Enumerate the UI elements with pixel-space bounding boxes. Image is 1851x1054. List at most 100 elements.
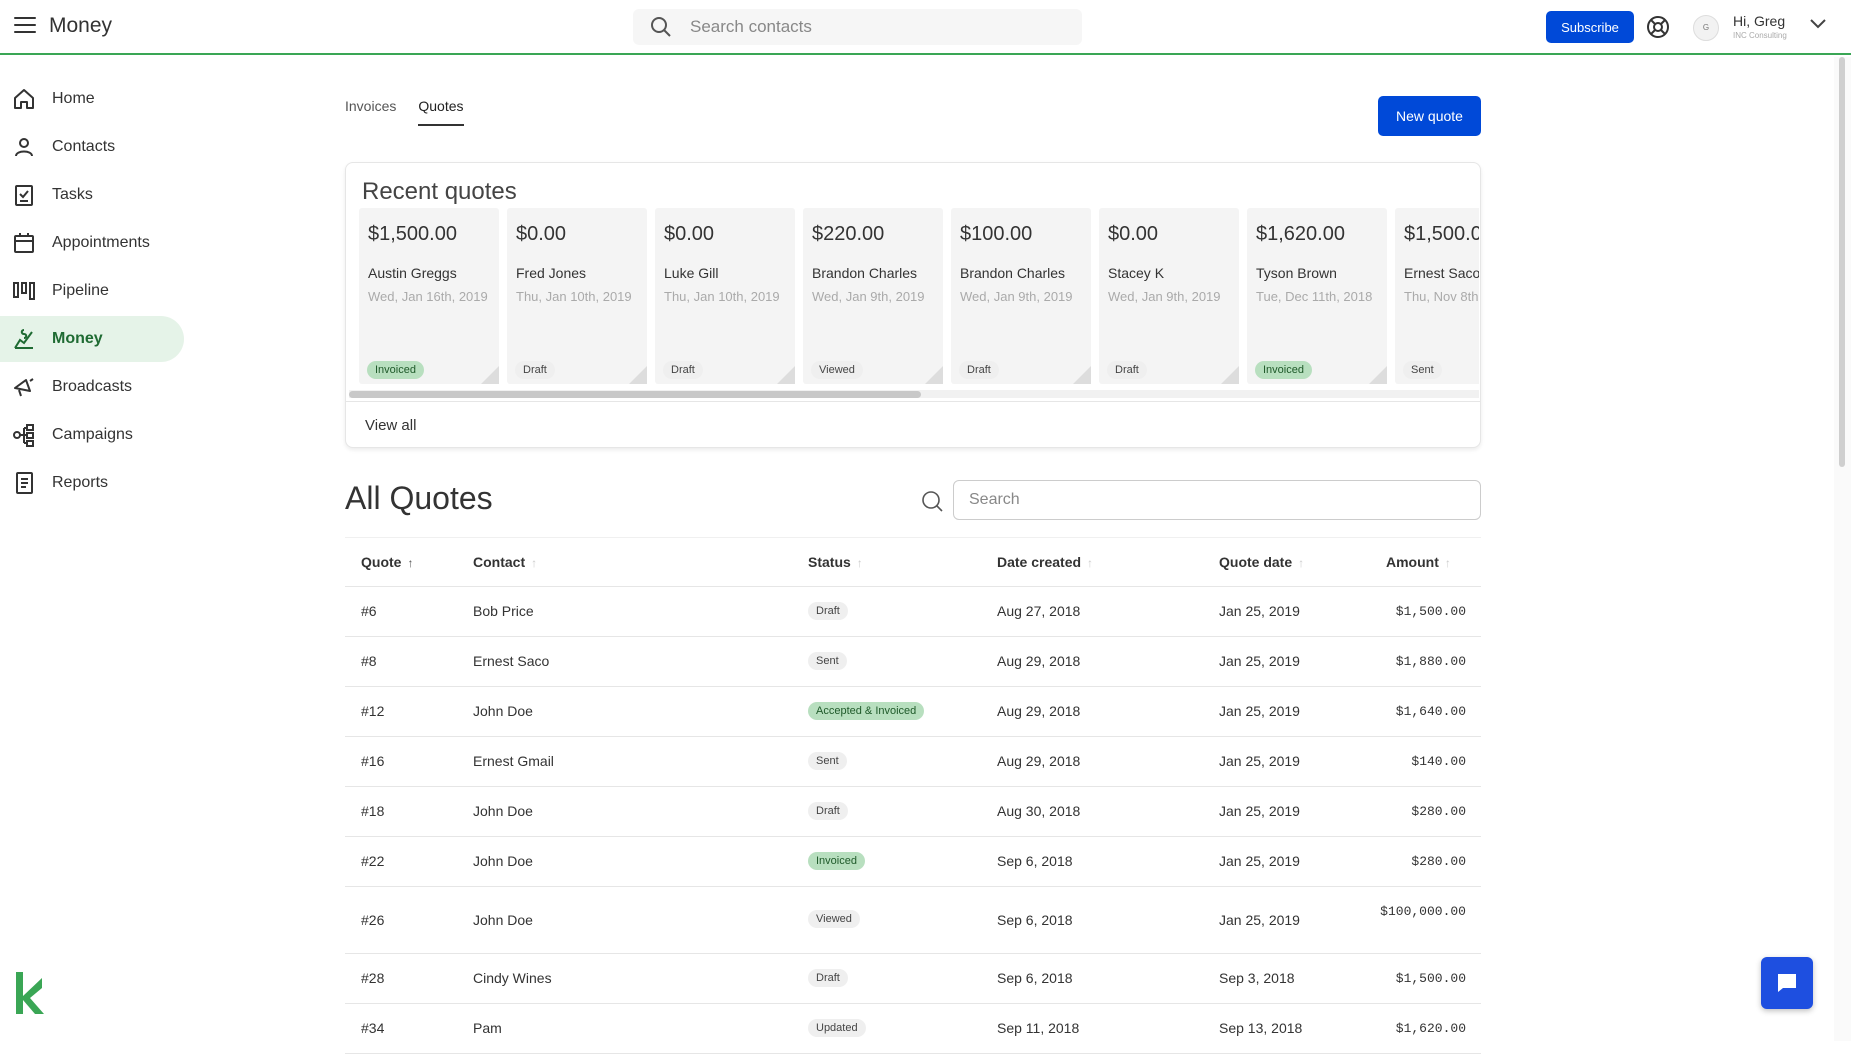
table-row[interactable]: #34 Pam Updated Sep 11, 2018 Sep 13, 201… [345,1004,1481,1054]
status-cell: Invoiced [808,851,865,870]
recent-quote-card[interactable]: $1,500.00 Austin Greggs Wed, Jan 16th, 2… [359,208,499,384]
recent-quotes-carousel[interactable]: $1,500.00 Austin Greggs Wed, Jan 16th, 2… [359,208,1479,388]
quote-contact: Tyson Brown [1256,265,1337,281]
quote-amount: $280.00 [1411,804,1466,819]
table-header: Quote ↑ Contact ↑ Status ↑ Date created ↑ Qu… [345,537,1481,587]
status-badge: Accepted & Invoiced [808,702,925,720]
table-row[interactable]: #6 Bob Price Draft Aug 27, 2018 Jan 25, … [345,587,1481,637]
sidebar-item-reports[interactable]: Reports [0,460,190,506]
status-badge: Invoiced [808,852,865,870]
page-fold [481,366,499,384]
avatar[interactable]: G [1693,15,1719,41]
recent-quote-card[interactable]: $0.00 Fred Jones Thu, Jan 10th, 2019 Dra… [507,208,647,384]
column-header-status[interactable]: Status ↑ [808,554,863,570]
chevron-down-icon[interactable] [1809,18,1827,30]
sidebar-item-home[interactable]: Home [0,76,190,122]
table-row[interactable]: #16 Ernest Gmail Sent Aug 29, 2018 Jan 2… [345,737,1481,787]
column-header-quote[interactable]: Quote ↑ [361,554,413,570]
quote-amount: $220.00 [812,223,885,245]
quotes-search-input[interactable] [953,480,1481,520]
megaphone-icon [14,378,34,397]
table-row[interactable]: #22 John Doe Invoiced Sep 6, 2018 Jan 25… [345,837,1481,887]
contact-search[interactable] [633,9,1082,45]
contact-search-input[interactable] [690,13,1070,41]
status-badge: Draft [663,361,703,379]
quote-amount: $100.00 [960,223,1033,245]
sidebar-item-contacts[interactable]: Contacts [0,124,190,170]
table-row[interactable]: #28 Cindy Wines Draft Sep 6, 2018 Sep 3,… [345,954,1481,1004]
quote-contact: John Doe [473,912,533,928]
help-lifebuoy-icon[interactable] [1646,15,1670,39]
recent-quote-card[interactable]: $0.00 Luke Gill Thu, Jan 10th, 2019 Draf… [655,208,795,384]
quote-date: Jan 25, 2019 [1219,703,1300,719]
sidebar-item-appointments[interactable]: Appointments [0,220,190,266]
view-all-link[interactable]: View all [365,417,416,434]
quote-date: Thu, Jan 10th, 2019 [516,289,632,304]
quote-date: Jan 25, 2019 [1219,912,1300,928]
quote-amount: $1,880.00 [1395,654,1466,669]
page-fold [1073,366,1091,384]
table-row[interactable]: #18 John Doe Draft Aug 30, 2018 Jan 25, … [345,787,1481,837]
column-header-date-created[interactable]: Date created ↑ [997,554,1093,570]
tab-quotes[interactable]: Quotes [418,98,464,126]
quote-date: Wed, Jan 9th, 2019 [1108,289,1221,304]
top-bar: Money Subscribe G Hi, Greg INC Consultin… [0,0,1851,55]
quote-date: Tue, Dec 11th, 2018 [1256,289,1373,304]
sidebar-item-money[interactable]: Money [0,316,184,362]
quote-number: #22 [361,853,385,869]
sort-arrow-icon: ↑ [1444,556,1451,570]
table-row[interactable]: #8 Ernest Saco Sent Aug 29, 2018 Jan 25,… [345,637,1481,687]
quote-amount: $100,000.00 [1380,904,1466,919]
column-label: Quote [361,554,402,570]
recent-quote-card[interactable]: $1,620.00 Tyson Brown Tue, Dec 11th, 201… [1247,208,1387,384]
status-cell: Sent [808,751,847,770]
quote-contact: John Doe [473,803,533,819]
campaign-flow-icon [13,424,34,447]
new-quote-button[interactable]: New quote [1378,96,1481,136]
status-cell: Draft [808,801,848,820]
chat-button[interactable] [1761,957,1813,1009]
calendar-icon [14,233,34,253]
table-row[interactable]: #12 John Doe Accepted & Invoiced Aug 29,… [345,687,1481,737]
recent-quote-card[interactable]: $0.00 Stacey K Wed, Jan 9th, 2019 Draft [1099,208,1239,384]
page-scrollbar[interactable] [1834,57,1851,1041]
status-cell: Viewed [808,909,860,928]
sidebar-item-tasks[interactable]: Tasks [0,172,190,218]
carousel-scrollbar-thumb[interactable] [349,391,921,398]
quote-amount: $1,500.00 [368,223,457,245]
status-cell: Sent [808,651,847,670]
subscribe-button[interactable]: Subscribe [1546,11,1634,43]
column-header-contact[interactable]: Contact ↑ [473,554,537,570]
recent-quote-card[interactable]: $220.00 Brandon Charles Wed, Jan 9th, 20… [803,208,943,384]
sort-arrow-icon: ↑ [856,556,863,570]
page-scrollbar-thumb[interactable] [1839,57,1845,467]
status-cell: Draft [808,601,848,620]
sidebar-item-pipeline[interactable]: Pipeline [0,268,190,314]
status-badge: Invoiced [1255,361,1312,379]
quote-contact: Ernest Gmail [473,753,554,769]
date-created: Sep 11, 2018 [997,1020,1080,1036]
quote-date: Wed, Jan 9th, 2019 [960,289,1073,304]
quote-number: #16 [361,753,385,769]
hamburger-menu-icon[interactable] [14,17,36,37]
recent-quote-card[interactable]: $1,500.00 Ernest Saco Thu, Nov 8th Sent [1395,208,1479,384]
user-greeting[interactable]: Hi, Greg [1733,13,1785,29]
table-row[interactable]: #26 John Doe Viewed Sep 6, 2018 Jan 25, … [345,887,1481,954]
quote-contact: Cindy Wines [473,970,552,986]
quote-date: Jan 25, 2019 [1219,653,1300,669]
status-cell: Updated [808,1018,866,1037]
tab-invoices[interactable]: Invoices [345,98,396,126]
column-header-amount[interactable]: Amount ↑ [1386,554,1451,570]
sidebar-item-campaigns[interactable]: Campaigns [0,412,190,458]
sidebar-item-label: Reports [52,474,109,491]
company-name: INC Consulting [1733,31,1787,40]
recent-quote-card[interactable]: $100.00 Brandon Charles Wed, Jan 9th, 20… [951,208,1091,384]
sort-arrow-icon: ↑ [1298,556,1305,570]
sort-arrow-icon: ↑ [531,556,538,570]
quote-date: Wed, Jan 16th, 2019 [368,289,488,304]
column-header-quote-date[interactable]: Quote date ↑ [1219,554,1304,570]
column-label: Amount [1386,554,1439,570]
quote-number: #12 [361,703,385,719]
sidebar-item-broadcasts[interactable]: Broadcasts [0,364,190,410]
status-badge: Draft [808,802,848,820]
